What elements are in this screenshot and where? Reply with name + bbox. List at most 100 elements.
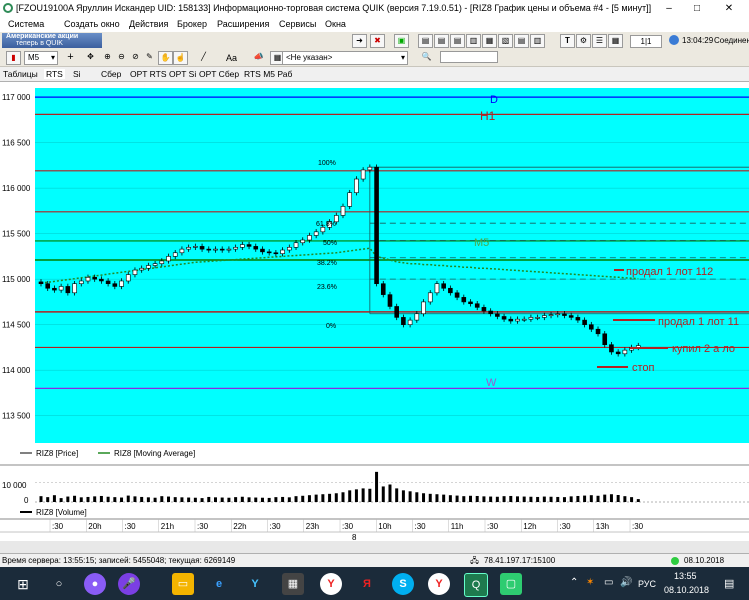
font-select[interactable]: Aa	[226, 53, 237, 63]
tab-rts-m5[interactable]: RTS M5 Раб	[244, 69, 292, 79]
menu-create-window[interactable]: Создать окно	[64, 19, 120, 29]
skype-icon[interactable]: S	[392, 573, 414, 595]
volume-bar	[388, 484, 392, 502]
volume-bar	[435, 494, 439, 502]
app-icon-purple[interactable]: ●	[84, 573, 106, 595]
cancel-order-icon[interactable]: ✖	[370, 34, 385, 48]
menu-windows[interactable]: Окна	[325, 19, 346, 29]
zoom-in-icon[interactable]: ⊕	[101, 51, 114, 63]
file-explorer-icon[interactable]: ▭	[172, 573, 194, 595]
candle-body	[260, 248, 265, 253]
page-counter: 1|1	[630, 35, 662, 48]
pencil-icon[interactable]: ✎	[143, 51, 156, 63]
yandex-browser-icon-2[interactable]: Y	[428, 573, 450, 595]
price-tick-2: 116 000	[2, 184, 31, 193]
account-select[interactable]: <Не указан> ▾	[282, 51, 408, 65]
tray-volume-icon[interactable]: 🔊	[620, 577, 632, 588]
calculator-icon[interactable]: ▦	[282, 573, 304, 595]
tab-opt-rts[interactable]: OPT RTS	[130, 69, 167, 79]
candle-body	[307, 235, 312, 241]
tab-si[interactable]: Si	[73, 69, 81, 79]
candle-body	[354, 178, 359, 193]
candle-body	[521, 318, 527, 321]
menu-actions[interactable]: Действия	[129, 19, 168, 29]
search-input[interactable]	[440, 51, 498, 63]
table-icon-1[interactable]: ▤	[418, 34, 433, 48]
table-icon-3[interactable]: ▤	[450, 34, 465, 48]
zoom-reset-icon[interactable]: ⊘	[129, 51, 142, 63]
tray-date[interactable]: 08.10.2018	[664, 585, 709, 595]
volume-bar	[603, 494, 607, 502]
table-icon-5[interactable]: ▦	[482, 34, 497, 48]
candle-body	[266, 251, 272, 254]
restore-button[interactable]: □	[683, 1, 711, 16]
menu-extensions[interactable]: Расширения	[217, 19, 269, 29]
hand-icon[interactable]: ✋	[158, 51, 173, 65]
yandex-icon[interactable]: Я	[356, 573, 378, 595]
add-icon[interactable]: +	[64, 51, 77, 63]
table-icon-7[interactable]: ▤	[514, 34, 529, 48]
candle-body	[132, 269, 138, 275]
tray-app-icon[interactable]: ✶	[586, 577, 594, 588]
table-icon-2[interactable]: ▤	[434, 34, 449, 48]
menu-system[interactable]: Система	[8, 19, 44, 29]
app-icon-y[interactable]: Y	[244, 573, 266, 595]
search-icon[interactable]: ○	[48, 573, 70, 595]
volume-bar	[227, 497, 231, 502]
hand-select-icon[interactable]: ☝	[173, 51, 188, 65]
settings-icon[interactable]: ⚙	[576, 34, 591, 48]
legend-volume: RIZ8 [Volume]	[36, 508, 87, 517]
tray-language[interactable]: РУС	[638, 579, 656, 589]
minimize-button[interactable]: –	[655, 1, 683, 16]
search-icon[interactable]: 🔍	[420, 51, 433, 63]
fib-618: 61.8%	[316, 221, 336, 228]
candle-body	[193, 246, 198, 248]
volume-bar	[133, 496, 137, 502]
tray-network-icon[interactable]: ▭	[604, 577, 613, 588]
candle-body	[45, 283, 51, 289]
edge-icon[interactable]: e	[208, 573, 230, 595]
arrow-right-icon[interactable]: ➜	[352, 34, 367, 48]
volume-bar	[99, 495, 103, 502]
us-stocks-banner[interactable]: Американские акции теперь в QUIK	[2, 33, 102, 48]
move-icon[interactable]: ✥	[84, 51, 97, 63]
chart-icon[interactable]: ▮	[6, 51, 21, 65]
candle-body	[622, 349, 628, 355]
megaphone-icon[interactable]: 📣	[252, 51, 265, 63]
notifications-icon[interactable]: ▤	[724, 577, 734, 590]
tab-tables[interactable]: Таблицы	[3, 69, 38, 79]
grid-icon[interactable]: ▦	[608, 34, 623, 48]
new-order-icon[interactable]: ▣	[394, 34, 409, 48]
menu-broker[interactable]: Брокер	[177, 19, 207, 29]
volume-bar	[167, 496, 171, 502]
quik-taskbar-icon[interactable]: Q	[464, 573, 488, 597]
time-label-8: :30	[342, 522, 354, 531]
tray-time[interactable]: 13:55	[674, 571, 697, 581]
tray-chevron-icon[interactable]: ⌃	[570, 577, 578, 588]
price-chart[interactable]: 117 000 116 500 116 000 115 500 115 000 114 5…	[0, 82, 749, 553]
tab-opt-sber[interactable]: OPT Сбер	[199, 69, 239, 79]
candle-body	[595, 328, 601, 335]
list-icon[interactable]: ☰	[592, 34, 607, 48]
windows-start-icon[interactable]: ⊞	[12, 573, 34, 595]
table-icon-8[interactable]: ▥	[530, 34, 545, 48]
volume-bar	[113, 497, 117, 502]
tab-sber[interactable]: Сбер	[101, 69, 121, 79]
table-icon-6[interactable]: ▧	[498, 34, 513, 48]
text-tool-icon[interactable]: T	[560, 34, 575, 48]
microphone-icon[interactable]: 🎤	[118, 573, 140, 595]
yandex-browser-icon[interactable]: Y	[320, 573, 342, 595]
time-label-13: 12h	[523, 522, 536, 531]
tab-rts[interactable]: RTS	[44, 69, 65, 79]
line-tool-icon[interactable]: ╱	[197, 51, 210, 63]
tab-opt-si[interactable]: OPT Si	[169, 69, 196, 79]
table-icon-4[interactable]: ▥	[466, 34, 481, 48]
interval-select[interactable]: M5 ▾	[24, 51, 58, 65]
menu-services[interactable]: Сервисы	[279, 19, 316, 29]
zoom-out-icon[interactable]: ⊖	[115, 51, 128, 63]
app-icon-green[interactable]: ▢	[500, 573, 522, 595]
close-button[interactable]: ✕	[715, 1, 743, 16]
candle-body	[146, 265, 151, 269]
volume-bar	[381, 486, 385, 502]
candle-body	[139, 267, 144, 271]
